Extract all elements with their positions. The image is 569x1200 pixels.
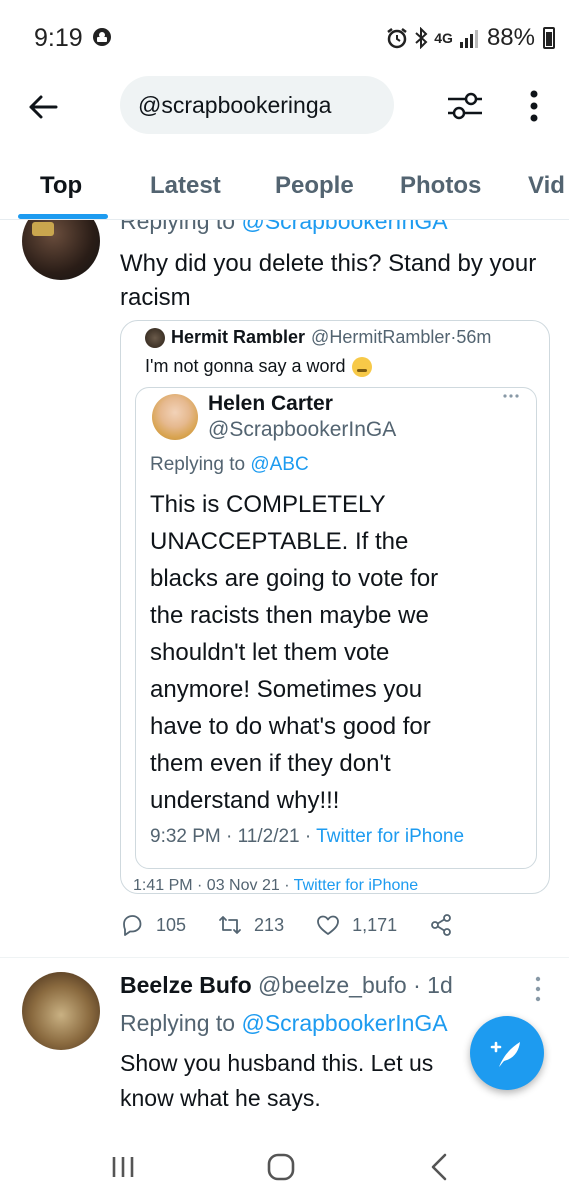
search-filter-icon[interactable] — [446, 88, 484, 124]
separator: · — [406, 972, 428, 998]
signal-icon — [459, 30, 478, 48]
like-count: 1,171 — [352, 914, 398, 935]
quoted-tweet[interactable]: Hermit Rambler @HermitRambler · 56m I'm … — [120, 320, 550, 894]
nested-avatar — [152, 394, 198, 440]
share-icon — [431, 914, 452, 936]
nested-source: Twitter for iPhone — [316, 826, 465, 847]
avatar[interactable] — [22, 220, 100, 280]
tweet-time: 1d — [427, 972, 453, 998]
reply-count: 105 — [156, 914, 187, 935]
reply-button[interactable]: 105 — [120, 913, 186, 937]
quoted-author-handle: @HermitRambler — [311, 327, 451, 347]
tweet-text: Why did you delete this? Stand by your r… — [120, 250, 537, 311]
status-time: 9:19 — [34, 24, 83, 52]
nested-reply-mention: @ABC — [250, 454, 309, 475]
retweet-icon — [219, 916, 241, 934]
nested-timestamp: 9:32 PM · 11/2/21 · — [150, 826, 317, 847]
recent-apps-icon[interactable] — [108, 1154, 138, 1180]
compose-feather-icon — [490, 1041, 520, 1067]
nested-quoted-tweet[interactable]: Helen Carter @ScrapbookerInGA Replying t… — [135, 387, 537, 869]
reply-mention-link[interactable]: @ScrapbookerInGA — [241, 220, 447, 234]
back-chevron-icon[interactable] — [428, 1152, 450, 1182]
reply-prefix: Replying to — [120, 1010, 242, 1036]
tab-people[interactable]: People — [275, 172, 354, 200]
zipper-mouth-face-icon — [351, 356, 372, 377]
compose-tweet-button[interactable] — [470, 1016, 544, 1090]
more-options-icon[interactable] — [524, 88, 544, 124]
quoted-tweet-text-row: I'm not gonna say a word — [145, 356, 372, 377]
battery-percent: 88% — [486, 24, 535, 51]
nested-author-name: Helen Carter — [208, 392, 333, 415]
quoted-tweet-header: Hermit Rambler @HermitRambler · 56m — [145, 327, 491, 348]
quoted-author-name: Hermit Rambler — [171, 327, 306, 347]
nested-tweet-meta: 9:32 PM · 11/2/21 · Twitter for iPhone — [150, 826, 464, 848]
network-type: 4G — [434, 30, 453, 46]
quoted-time: 56m — [456, 327, 492, 347]
more-options-icon[interactable] — [534, 974, 542, 1004]
tweet-actions: 105 213 1,171 — [120, 910, 540, 940]
search-input[interactable] — [120, 76, 394, 134]
tab-photos[interactable]: Photos — [400, 172, 481, 200]
reply-icon — [123, 915, 142, 936]
alarm-icon — [387, 28, 408, 49]
bluetooth-icon — [415, 27, 428, 49]
quoted-avatar — [145, 327, 165, 348]
avatar[interactable] — [22, 972, 100, 1050]
system-navigation-bar — [0, 1132, 569, 1200]
reply-mention-link[interactable]: @ScrapbookerInGA — [241, 1010, 447, 1036]
status-bar: 9:19 4G 88% — [0, 0, 569, 76]
reply-context: Replying to @ScrapbookerInGA — [120, 1010, 448, 1037]
retweet-button[interactable]: 213 — [218, 913, 284, 937]
search-header — [0, 76, 569, 138]
tab-latest[interactable]: Latest — [150, 172, 221, 200]
quoted-timestamp: 1:41 PM · 03 Nov 21 · — [133, 877, 294, 894]
nested-reply-prefix: Replying to — [150, 454, 251, 475]
author-name[interactable]: Beelze Bufo — [120, 972, 252, 998]
do-not-disturb-icon — [93, 28, 111, 46]
search-tabs: Top Latest People Photos Vid — [0, 162, 569, 220]
reply-prefix: Replying to — [120, 220, 242, 234]
like-button[interactable]: 1,171 — [316, 913, 397, 937]
tab-videos[interactable]: Vid — [528, 172, 565, 200]
battery-icon — [543, 27, 555, 49]
share-button[interactable] — [429, 913, 453, 937]
quoted-source: Twitter for iPhone — [293, 877, 419, 894]
ellipsis-icon — [503, 394, 519, 398]
tab-top[interactable]: Top — [40, 172, 82, 200]
home-icon[interactable] — [266, 1152, 296, 1182]
back-arrow-icon[interactable] — [26, 90, 60, 124]
author-handle: @beelze_bufo — [258, 972, 407, 998]
quoted-tweet-text: I'm not gonna say a word — [145, 356, 346, 376]
nested-reply-context: Replying to @ABC — [150, 454, 309, 476]
reply-context: Replying to @ScrapbookerInGA — [120, 220, 448, 235]
quoted-tweet-meta: 1:41 PM · 03 Nov 21 · Twitter for iPhone — [133, 877, 419, 894]
tweet[interactable]: Replying to @ScrapbookerInGA Why did you… — [0, 220, 569, 957]
status-indicators: 4G 88% — [386, 24, 555, 52]
nested-author-handle: @ScrapbookerInGA — [208, 418, 397, 441]
tweet-header: Beelze Bufo @beelze_bufo · 1d — [120, 972, 453, 999]
retweet-count: 213 — [254, 914, 285, 935]
nested-tweet-text: This is COMPLETELY UNACCEPTABLE. If the … — [150, 491, 439, 814]
heart-icon — [317, 915, 339, 935]
tweet-text: Show you husband this. Let us know what … — [120, 1050, 434, 1111]
